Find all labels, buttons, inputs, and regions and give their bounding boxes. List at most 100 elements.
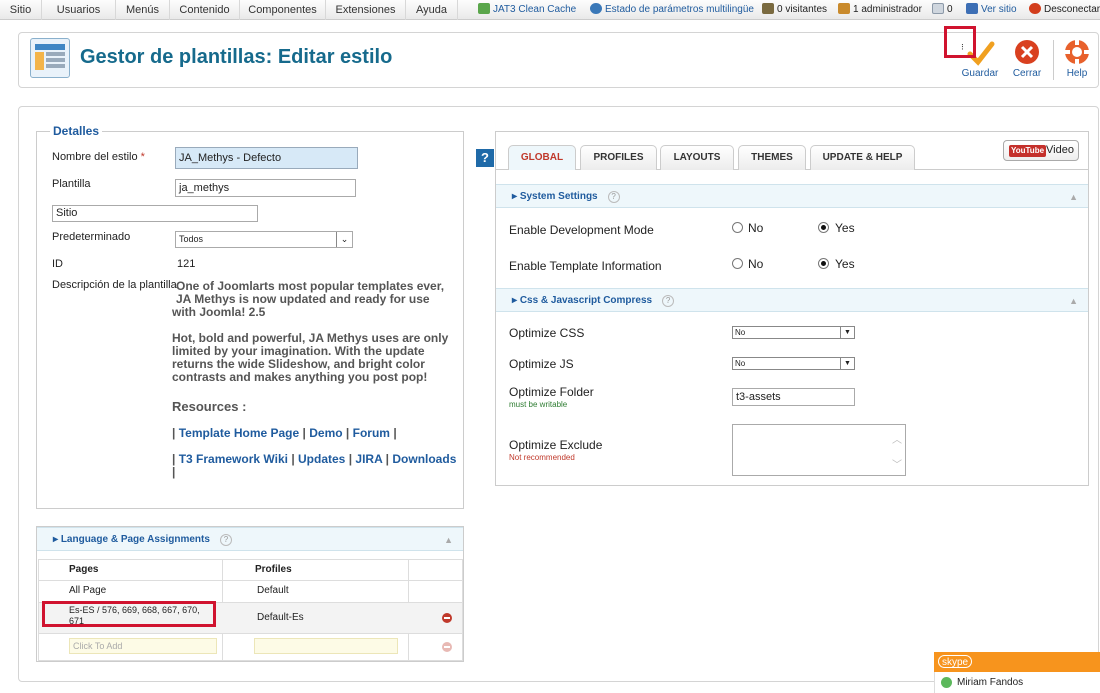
description-line: contrasts and makes anything you post po… <box>172 370 428 384</box>
add-profile-input[interactable] <box>254 638 398 654</box>
assignments-header[interactable]: ▸ Language & Page Assignments? ▲ <box>37 527 463 551</box>
id-label: ID <box>52 258 63 270</box>
optimize-folder-input[interactable]: t3-assets <box>732 388 855 406</box>
forum-link[interactable]: Forum <box>353 426 390 440</box>
optimize-exclude-note: Not recommended <box>509 453 575 462</box>
optimize-css-label: Optimize CSS <box>509 326 585 340</box>
tab-update-help[interactable]: UPDATE & HELP <box>810 145 915 170</box>
collapse-caret-icon[interactable]: ▲ <box>1069 185 1078 209</box>
optimize-folder-label: Optimize Folder <box>509 385 594 399</box>
tab-themes[interactable]: THEMES <box>738 145 806 170</box>
help-button[interactable]: Help <box>1055 38 1099 84</box>
help-question-icon[interactable]: ? <box>662 295 675 307</box>
messages-count[interactable]: 0 <box>932 0 953 20</box>
col-header-pages: Pages <box>69 564 99 575</box>
compress-settings-header[interactable]: ▸ Css & Javascript Compress? ▲ <box>496 288 1088 312</box>
remove-icon[interactable] <box>442 642 452 652</box>
menu-ayuda[interactable]: Ayuda <box>406 0 458 20</box>
triangle-right-icon: ▸ <box>512 191 518 202</box>
scroll-up-icon[interactable]: ︿ <box>892 431 902 446</box>
site-field: Sitio <box>52 205 258 222</box>
help-question-icon[interactable]: ? <box>219 534 232 546</box>
menu-menus[interactable]: Menús <box>116 0 170 20</box>
chevron-down-icon: ▼ <box>840 327 854 338</box>
optimize-css-select[interactable]: No ▼ <box>732 326 855 339</box>
style-name-input[interactable]: JA_Methys - Defecto <box>175 147 358 169</box>
system-settings-header[interactable]: ▸ System Settings? ▲ <box>496 184 1088 208</box>
users-icon <box>762 3 774 14</box>
help-question-icon[interactable]: ? <box>476 149 494 167</box>
optimize-js-select[interactable]: No ▼ <box>732 357 855 370</box>
dev-mode-no-radio[interactable] <box>732 222 743 233</box>
default-select[interactable]: Todos ⌄ <box>175 231 353 248</box>
power-icon <box>1029 3 1041 14</box>
collapse-caret-icon[interactable]: ▲ <box>1069 289 1078 313</box>
optimize-exclude-textarea[interactable]: ︿ ﹀ <box>732 424 906 476</box>
online-status-icon <box>941 677 952 688</box>
lifebuoy-icon <box>1065 40 1089 64</box>
skype-logo: skype <box>938 655 973 668</box>
youtube-icon: YouTube <box>1009 145 1047 157</box>
tab-global[interactable]: GLOBAL <box>508 145 576 170</box>
template-info-label: Enable Template Information <box>509 259 662 273</box>
updates-link[interactable]: Updates <box>298 452 345 466</box>
tab-profiles[interactable]: PROFILES <box>580 145 657 170</box>
template-info-no-radio[interactable] <box>732 258 743 269</box>
page-title: Gestor de plantillas: Editar estilo <box>80 46 393 68</box>
downloads-link[interactable]: Downloads <box>392 452 456 466</box>
menu-contenido[interactable]: Contenido <box>170 0 240 20</box>
multilang-status-link[interactable]: Estado de parámetros multilingüe <box>590 0 754 20</box>
page-cell: All Page <box>69 585 107 596</box>
template-label: Plantilla <box>52 178 91 190</box>
view-site-link[interactable]: Ver sitio <box>966 0 1017 20</box>
menu-sitio[interactable]: Sitio <box>0 0 42 20</box>
dev-mode-yes-label: Yes <box>835 221 855 235</box>
template-info-yes-label: Yes <box>835 257 855 271</box>
triangle-right-icon: ▸ <box>512 295 518 306</box>
template-manager-icon <box>30 38 70 78</box>
admin-menu-bar: Sitio Usuarios Menús Contenido Component… <box>0 0 1100 20</box>
skype-bar[interactable]: skype <box>934 652 1100 672</box>
demo-link[interactable]: Demo <box>309 426 342 440</box>
jira-link[interactable]: JIRA <box>355 452 382 466</box>
resource-links-sep: | <box>172 465 176 479</box>
help-question-icon[interactable]: ? <box>607 191 620 203</box>
chevron-down-icon: ▼ <box>840 358 854 369</box>
menu-extensiones[interactable]: Extensiones <box>326 0 406 20</box>
default-label: Predeterminado <box>52 231 131 243</box>
template-home-link[interactable]: Template Home Page <box>179 426 299 440</box>
logout-link[interactable]: Desconectar <box>1029 0 1100 20</box>
dev-mode-label: Enable Development Mode <box>509 223 654 237</box>
t3-wiki-link[interactable]: T3 Framework Wiki <box>179 452 288 466</box>
visitors-count: 0 visitantes <box>762 0 827 20</box>
dev-mode-yes-radio[interactable] <box>818 222 829 233</box>
template-field: ja_methys <box>175 179 356 197</box>
admin-user-icon <box>838 3 850 14</box>
resources-heading: Resources : <box>172 399 247 414</box>
profile-cell: Default-Es <box>257 612 304 623</box>
close-icon <box>1015 40 1039 64</box>
collapse-caret-icon[interactable]: ▲ <box>444 528 453 552</box>
id-value: 121 <box>177 258 196 270</box>
add-page-input[interactable]: Click To Add <box>69 638 217 654</box>
menu-componentes[interactable]: Componentes <box>240 0 326 20</box>
profile-cell: Default <box>257 585 289 596</box>
chevron-down-icon: ⌄ <box>336 232 352 247</box>
jat3-clean-cache-link[interactable]: JAT3 Clean Cache <box>478 0 576 20</box>
cache-icon <box>478 3 490 14</box>
row-divider <box>39 580 462 581</box>
video-button[interactable]: YouTube Video <box>1003 140 1079 161</box>
tab-layouts[interactable]: LAYOUTS <box>660 145 734 170</box>
optimize-js-label: Optimize JS <box>509 357 574 371</box>
remove-icon[interactable] <box>442 613 452 623</box>
optimize-exclude-label: Optimize Exclude <box>509 438 603 452</box>
template-info-yes-radio[interactable] <box>818 258 829 269</box>
skype-contact-row[interactable]: Miriam Fandos <box>934 672 1100 693</box>
toolbar-divider <box>1053 40 1054 80</box>
monitor-icon <box>966 3 978 14</box>
details-legend: Detalles <box>50 124 103 138</box>
menu-usuarios[interactable]: Usuarios <box>42 0 116 20</box>
page-cell-highlight-box <box>42 601 216 627</box>
close-button[interactable]: Cerrar <box>1005 38 1049 84</box>
scroll-down-icon[interactable]: ﹀ <box>892 456 902 471</box>
